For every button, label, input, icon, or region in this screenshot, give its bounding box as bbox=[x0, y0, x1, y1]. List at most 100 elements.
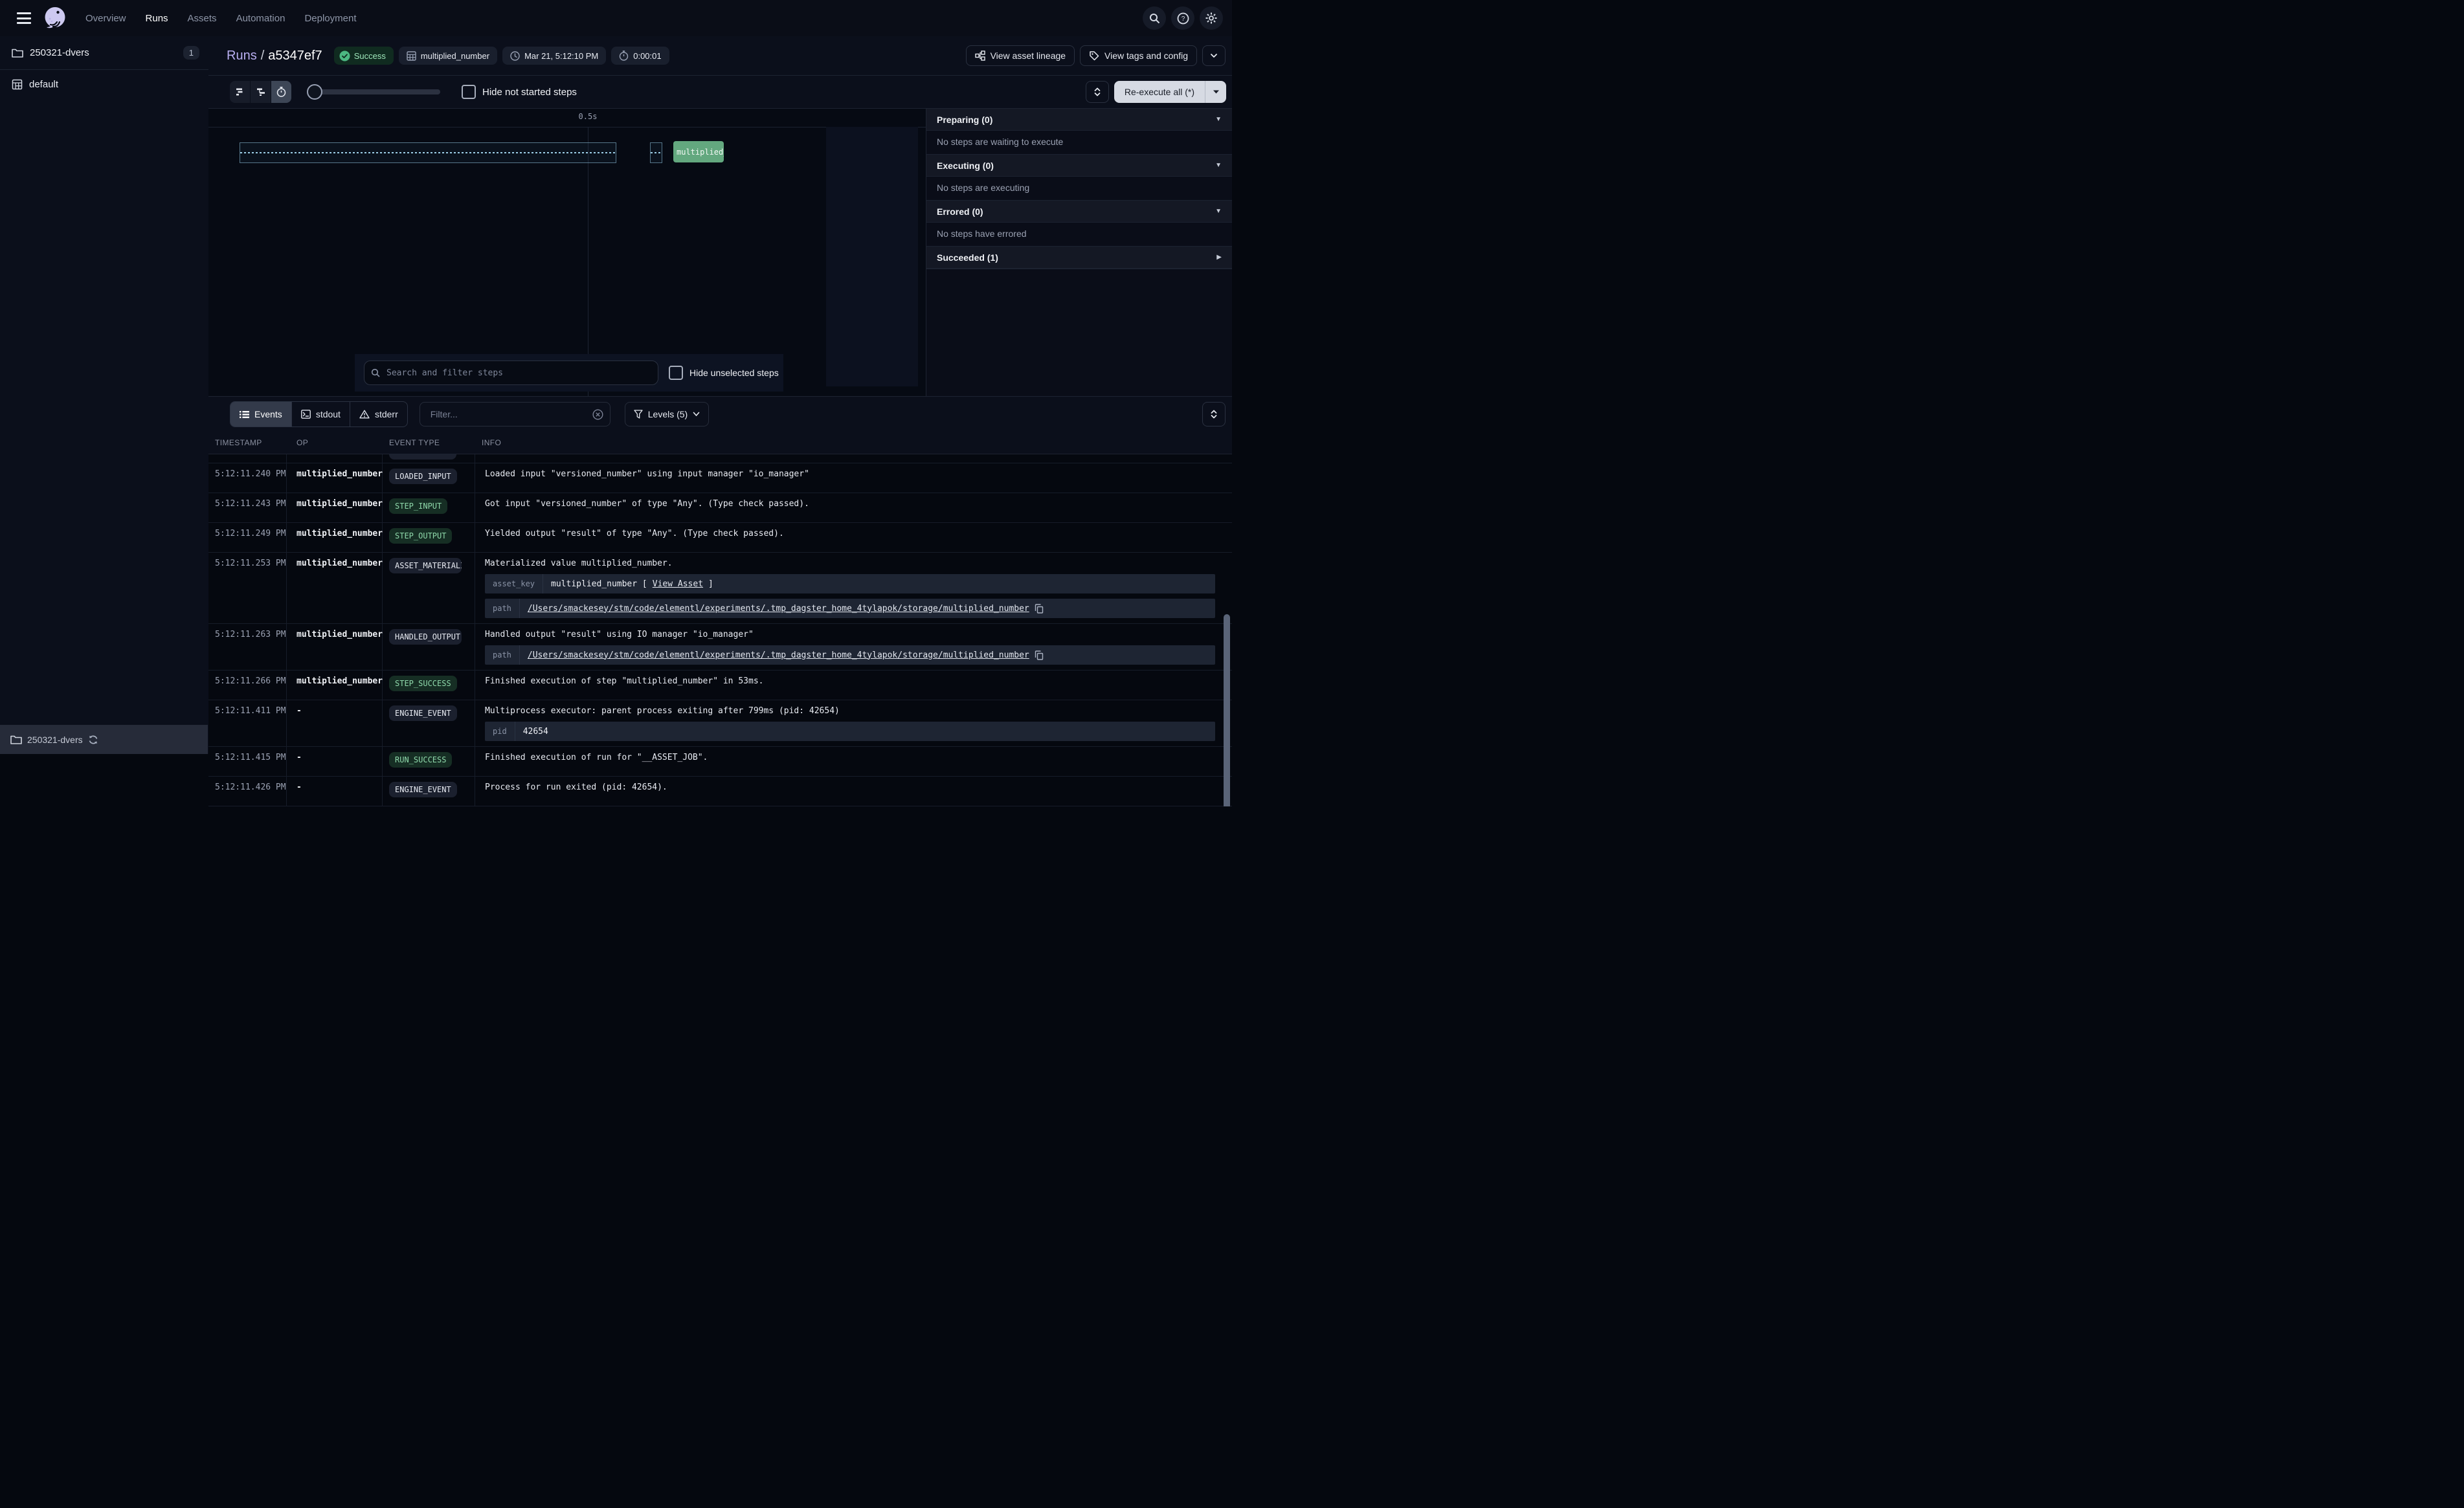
table-row[interactable]: 5:12:11.266 PMmultiplied_numberSTEP_SUCC… bbox=[208, 671, 1232, 700]
run-actions-menu-button[interactable] bbox=[1202, 45, 1226, 66]
waterfall-gantt-icon bbox=[256, 87, 265, 96]
event-type-cell: ENGINE_EVENT bbox=[383, 777, 475, 806]
event-timestamp: 5:12:11.411 PM bbox=[208, 700, 287, 746]
nav-deployment[interactable]: Deployment bbox=[304, 13, 356, 24]
clock-icon bbox=[510, 51, 520, 61]
events-expand-button[interactable] bbox=[1202, 402, 1226, 427]
gantt-step-box[interactable]: multiplied_number bbox=[673, 141, 724, 162]
reload-icon[interactable] bbox=[88, 735, 98, 745]
run-id: a5347ef7 bbox=[268, 49, 322, 63]
gantt-waterfall-view-button[interactable] bbox=[251, 81, 271, 103]
left-sidebar: 250321-dvers 1 default 250321-dvers bbox=[0, 36, 209, 754]
gantt-expand-button[interactable] bbox=[1086, 81, 1109, 103]
nav-runs[interactable]: Runs bbox=[146, 13, 168, 24]
reexecute-all-button[interactable]: Re-execute all (*) bbox=[1114, 81, 1226, 103]
settings-button[interactable] bbox=[1200, 6, 1223, 30]
copy-icon[interactable] bbox=[1035, 650, 1044, 660]
table-row[interactable]: 5:12:11.263 PMmultiplied_numberHANDLED_O… bbox=[208, 624, 1232, 671]
gantt-zoom-slider[interactable] bbox=[308, 89, 440, 94]
step-status-panel: Preparing (0) ▼ No steps are waiting to … bbox=[926, 109, 1232, 396]
metadata-value: multiplied_number [View Asset] bbox=[543, 574, 721, 593]
gantt-flat-view-button[interactable] bbox=[230, 81, 251, 103]
event-metadata-row: pid42654 bbox=[485, 722, 1215, 741]
steps-search-box[interactable] bbox=[364, 360, 658, 385]
metadata-path-link[interactable]: /Users/smackesey/stm/code/elementl/exper… bbox=[528, 603, 1029, 614]
breadcrumb-runs[interactable]: Runs bbox=[227, 49, 257, 63]
folder-icon bbox=[10, 735, 22, 744]
main-content: Runs/a5347ef7 Success multiplied_number … bbox=[208, 36, 1232, 754]
event-op: multiplied_number bbox=[287, 553, 383, 623]
sidebar-item-repository[interactable]: 250321-dvers 1 bbox=[0, 36, 208, 70]
hide-not-started-checkbox[interactable] bbox=[462, 85, 476, 99]
tab-stdout[interactable]: stdout bbox=[292, 402, 350, 427]
event-info-text: Handled output "result" using IO manager… bbox=[485, 629, 1215, 640]
start-time-chip: Mar 21, 5:12:10 PM bbox=[502, 47, 606, 65]
steps-search-input[interactable] bbox=[385, 368, 651, 379]
event-info: Yielded output "result" of type "Any". (… bbox=[475, 523, 1232, 544]
collapse-triangle-icon: ▼ bbox=[1215, 208, 1222, 215]
search-icon bbox=[1149, 13, 1160, 24]
nav-automation[interactable]: Automation bbox=[236, 13, 286, 24]
tab-stderr[interactable]: stderr bbox=[350, 402, 407, 427]
copy-icon[interactable] bbox=[1035, 604, 1044, 614]
svg-text:?: ? bbox=[1181, 16, 1185, 23]
table-row[interactable]: 5:12:11.249 PMmultiplied_numberSTEP_OUTP… bbox=[208, 523, 1232, 553]
table-row[interactable]: 5:12:11.415 PM-RUN_SUCCESSFinished execu… bbox=[208, 747, 1232, 777]
event-info: Got input "versioned_number" of type "An… bbox=[475, 493, 1232, 515]
section-succeeded-header[interactable]: Succeeded (1) ▶ bbox=[926, 247, 1232, 269]
section-errored-header[interactable]: Errored (0) ▼ bbox=[926, 201, 1232, 223]
event-info: Finished execution of run for "__ASSET_J… bbox=[475, 747, 1232, 768]
column-header-timestamp: TIMESTAMP bbox=[208, 438, 287, 447]
view-tags-config-button[interactable]: View tags and config bbox=[1080, 45, 1197, 66]
expand-triangle-icon: ▶ bbox=[1216, 254, 1222, 261]
table-row[interactable]: 5:12:11.240 PMmultiplied_numberLOADED_IN… bbox=[208, 463, 1232, 493]
event-info-text: Materialized value multiplied_number. bbox=[485, 558, 1215, 569]
nav-assets[interactable]: Assets bbox=[188, 13, 217, 24]
table-row[interactable]: 5:12:11.253 PMmultiplied_numberASSET_MAT… bbox=[208, 553, 1232, 624]
duration-label: 0:00:01 bbox=[633, 51, 661, 61]
reexecute-dropdown-caret[interactable] bbox=[1205, 81, 1226, 103]
slider-knob[interactable] bbox=[307, 84, 322, 100]
sidebar-item-default-group[interactable]: default bbox=[0, 70, 208, 98]
event-type-badge: STEP_INPUT bbox=[389, 498, 447, 514]
levels-filter-button[interactable]: Levels (5) bbox=[625, 402, 709, 427]
dagster-logo-icon[interactable] bbox=[41, 5, 69, 32]
nav-overview[interactable]: Overview bbox=[85, 13, 126, 24]
event-op: - bbox=[287, 747, 383, 776]
gantt-chart[interactable]: 0.5s multiplied_number Hide unselected s… bbox=[208, 109, 926, 396]
asset-chip[interactable]: multiplied_number bbox=[399, 47, 497, 65]
table-row[interactable]: 5:12:11.426 PM-ENGINE_EVENTProcess for r… bbox=[208, 777, 1232, 806]
event-type-badge: ENGINE_EVENT bbox=[389, 705, 457, 721]
section-executing-header[interactable]: Executing (0) ▼ bbox=[926, 155, 1232, 177]
events-panel: Events stdout stderr Levels (5) bbox=[208, 396, 1232, 806]
hide-not-started-label: Hide not started steps bbox=[482, 87, 577, 98]
repository-footer[interactable]: 250321-dvers bbox=[0, 725, 208, 754]
view-asset-link[interactable]: View Asset bbox=[653, 579, 703, 590]
chevron-down-icon bbox=[693, 412, 700, 417]
menu-icon[interactable] bbox=[17, 12, 31, 24]
gantt-toolbar: Hide not started steps Re-execute all (*… bbox=[208, 76, 1232, 109]
view-asset-lineage-button[interactable]: View asset lineage bbox=[966, 45, 1075, 66]
event-op: multiplied_number bbox=[287, 523, 383, 552]
event-timestamp: 5:12:11.415 PM bbox=[208, 747, 287, 776]
clear-filter-icon[interactable] bbox=[592, 409, 603, 420]
hide-unselected-checkbox[interactable] bbox=[669, 366, 683, 380]
gantt-timed-view-button[interactable] bbox=[271, 81, 291, 103]
help-button[interactable]: ? bbox=[1171, 6, 1194, 30]
table-row[interactable] bbox=[208, 454, 1232, 463]
log-filter-input[interactable] bbox=[429, 408, 592, 420]
event-type-badge: HANDLED_OUTPUT bbox=[389, 629, 462, 645]
log-filter-box[interactable] bbox=[420, 402, 610, 427]
search-button[interactable] bbox=[1143, 6, 1166, 30]
table-row[interactable]: 5:12:11.411 PM-ENGINE_EVENTMultiprocess … bbox=[208, 700, 1232, 747]
tab-events[interactable]: Events bbox=[230, 402, 292, 427]
event-type-badge: ASSET_MATERIALI… bbox=[389, 558, 462, 573]
table-row[interactable]: 5:12:11.243 PMmultiplied_numberSTEP_INPU… bbox=[208, 493, 1232, 523]
vertical-scrollbar[interactable] bbox=[1224, 614, 1230, 806]
metadata-path-link[interactable]: /Users/smackesey/stm/code/elementl/exper… bbox=[528, 650, 1029, 661]
section-preparing-header[interactable]: Preparing (0) ▼ bbox=[926, 109, 1232, 131]
event-type-cell: LOADED_INPUT bbox=[383, 463, 475, 493]
event-info: Multiprocess executor: parent process ex… bbox=[475, 700, 1232, 746]
search-icon bbox=[371, 368, 380, 377]
events-table-body: 5:12:11.240 PMmultiplied_numberLOADED_IN… bbox=[208, 454, 1232, 806]
